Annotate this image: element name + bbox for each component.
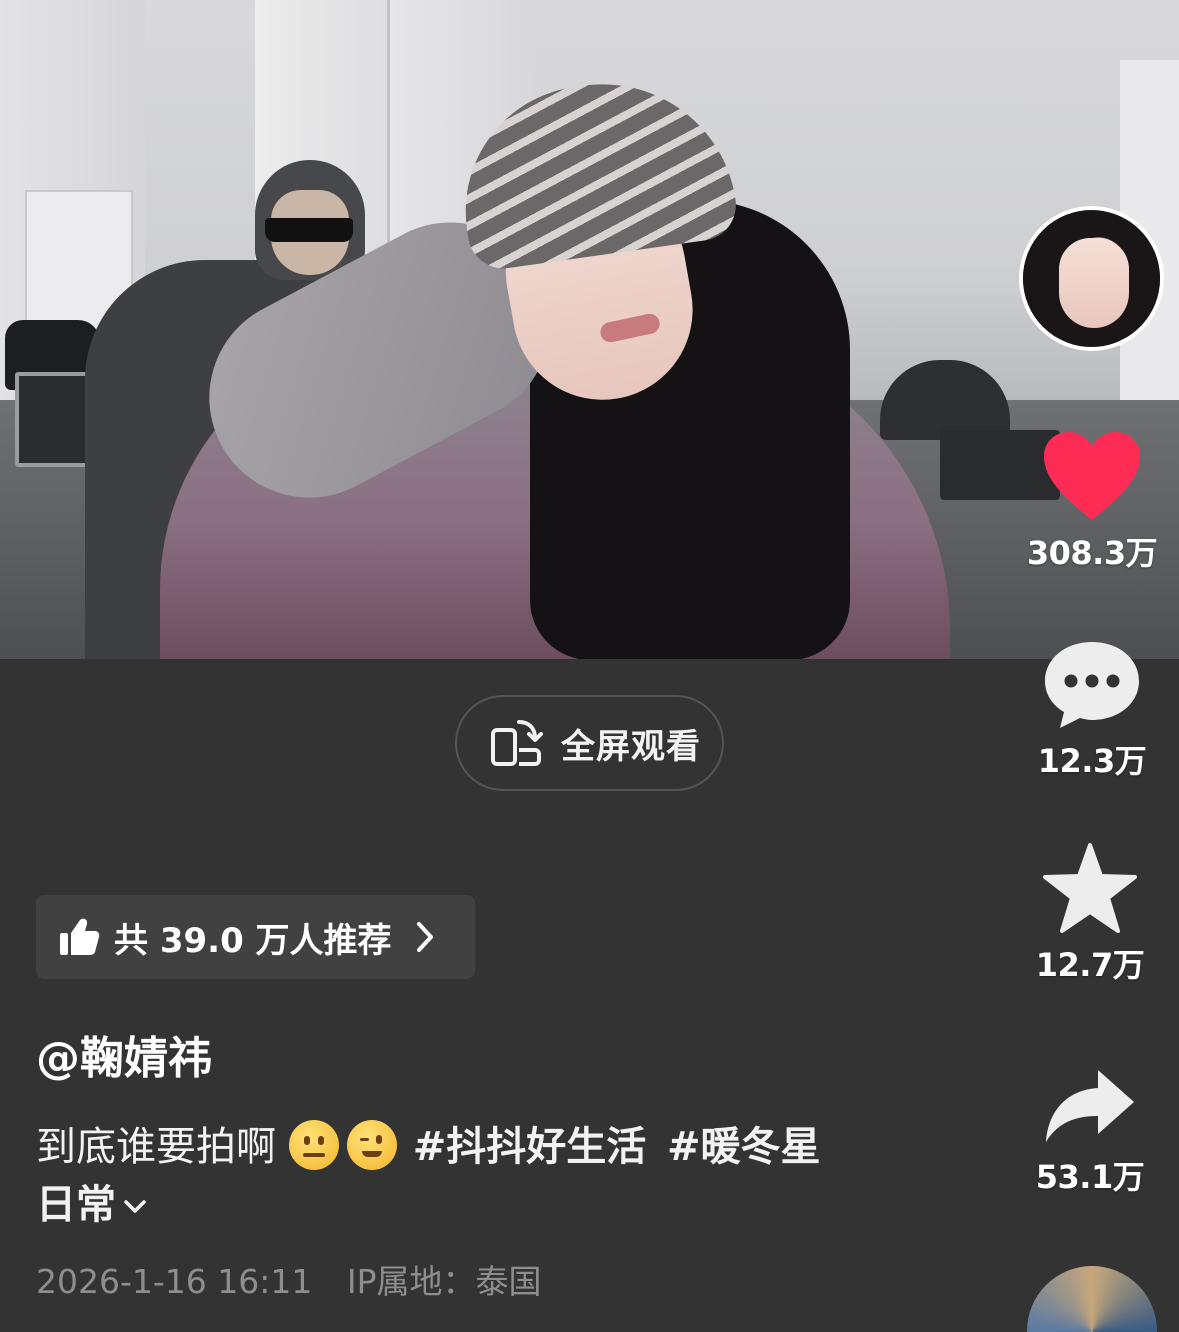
star-icon xyxy=(1043,843,1137,933)
recommend-label: 共 39.0 万人推荐 xyxy=(114,920,392,961)
comment-icon xyxy=(1045,642,1139,728)
post-caption: 到底谁要拍啊 #抖抖好生活 #暖冬星 日常 xyxy=(36,1118,936,1234)
ip-location: IP属地：泰国 xyxy=(346,1262,542,1301)
like-button[interactable]: 308.3万 xyxy=(1017,430,1167,574)
recommend-chip[interactable]: 共 39.0 万人推荐 xyxy=(36,895,475,979)
neutral-face-emoji xyxy=(288,1120,339,1170)
music-disc[interactable] xyxy=(1027,1266,1157,1332)
thumbs-up-icon xyxy=(60,918,100,955)
fullscreen-button[interactable]: 全屏观看 xyxy=(455,695,724,791)
comment-count: 12.3万 xyxy=(1037,742,1147,780)
fullscreen-label: 全屏观看 xyxy=(561,726,701,767)
heart-icon xyxy=(1044,432,1140,520)
post-meta: 2026-1-16 16:11 IP属地：泰国 xyxy=(36,1255,542,1303)
chevron-right-icon xyxy=(416,922,433,952)
share-button[interactable]: 53.1万 xyxy=(1015,1066,1165,1198)
favorite-count: 12.7万 xyxy=(1035,946,1145,984)
favorite-button[interactable]: 12.7万 xyxy=(1015,842,1165,986)
author-name[interactable]: @鞠婧祎 xyxy=(36,1022,212,1086)
video-player[interactable] xyxy=(0,0,1179,659)
share-count: 53.1万 xyxy=(1035,1158,1145,1196)
caption-text: 到底谁要拍啊 xyxy=(36,1124,276,1170)
hashtag-link[interactable]: #抖抖好生活 xyxy=(413,1124,647,1170)
video-person-foreground xyxy=(160,67,960,659)
rotate-phone-icon xyxy=(491,720,543,766)
comment-button[interactable]: 12.3万 xyxy=(1017,638,1167,782)
winking-face-emoji xyxy=(346,1120,397,1170)
author-avatar[interactable] xyxy=(1019,206,1164,351)
post-date: 2026-1-16 16:11 xyxy=(36,1262,313,1301)
share-arrow-icon xyxy=(1046,1070,1134,1142)
chevron-down-icon[interactable] xyxy=(122,1198,148,1216)
like-count: 308.3万 xyxy=(1026,534,1158,572)
